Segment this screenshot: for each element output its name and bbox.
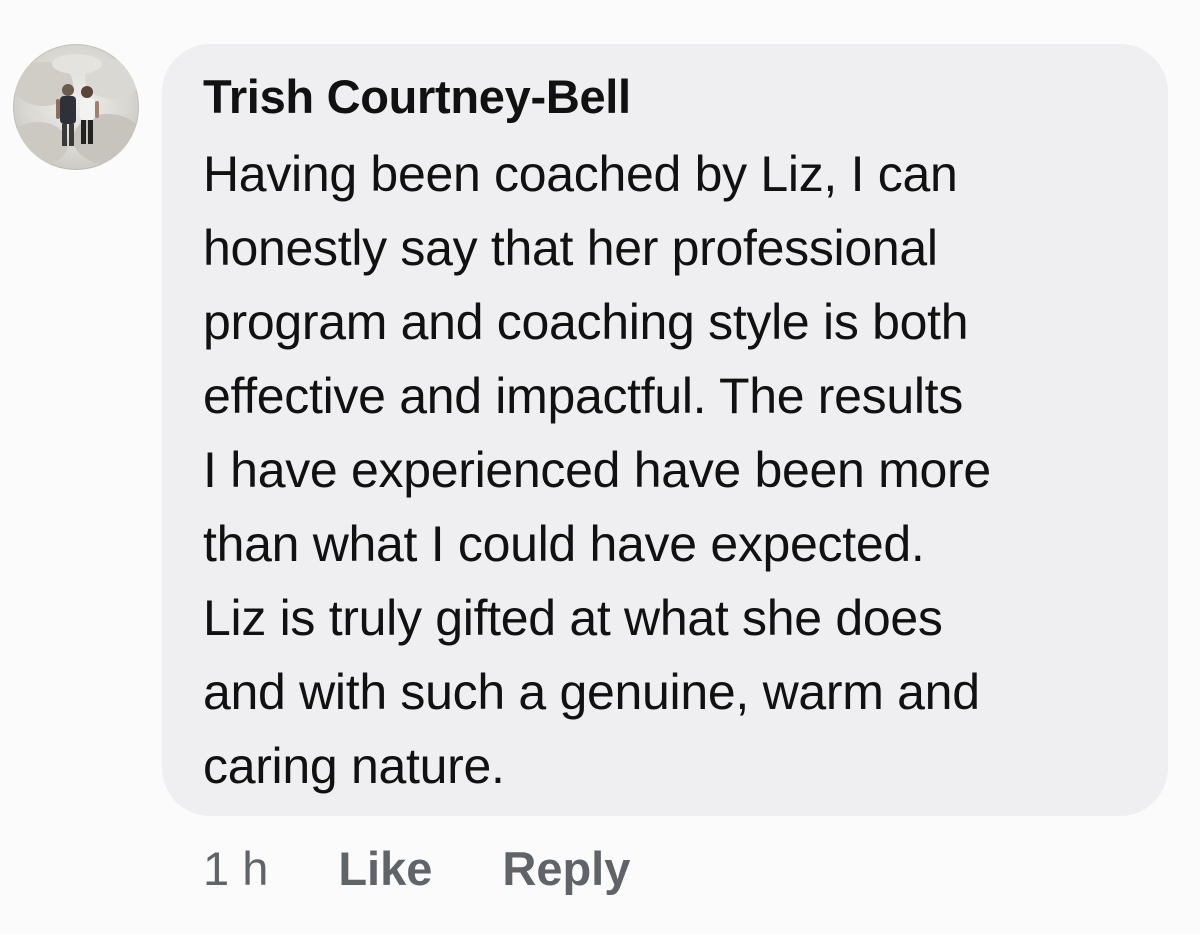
reply-button[interactable]: Reply: [502, 841, 630, 896]
comment-text-line: Liz is truly gifted at what she does: [203, 590, 943, 646]
comment-timestamp[interactable]: 1 h: [203, 841, 268, 896]
comment-author-name[interactable]: Trish Courtney-Bell: [203, 64, 631, 130]
comment-text-line: program and coaching style is both: [203, 294, 969, 350]
comment-text-line: caring nature.: [203, 738, 505, 794]
comment-text-line: Having been coached by Liz, I can: [203, 146, 958, 202]
comment-text-line: honestly say that her professional: [203, 220, 938, 276]
comment-text-line: than what I could have expected.: [203, 516, 925, 572]
like-button[interactable]: Like: [338, 841, 432, 896]
comment-text-line: I have experienced have been more: [203, 442, 991, 498]
avatar-photo: [13, 54, 139, 166]
comment-text: Having been coached by Liz, I can honest…: [203, 137, 1163, 803]
avatar[interactable]: [13, 44, 139, 170]
comment-actions: 1 h Like Reply: [203, 838, 630, 898]
comment-text-line: effective and impactful. The results: [203, 368, 963, 424]
comment-text-line: and with such a genuine, warm and: [203, 664, 980, 720]
comment: Trish Courtney-Bell Having been coached …: [0, 0, 1200, 934]
